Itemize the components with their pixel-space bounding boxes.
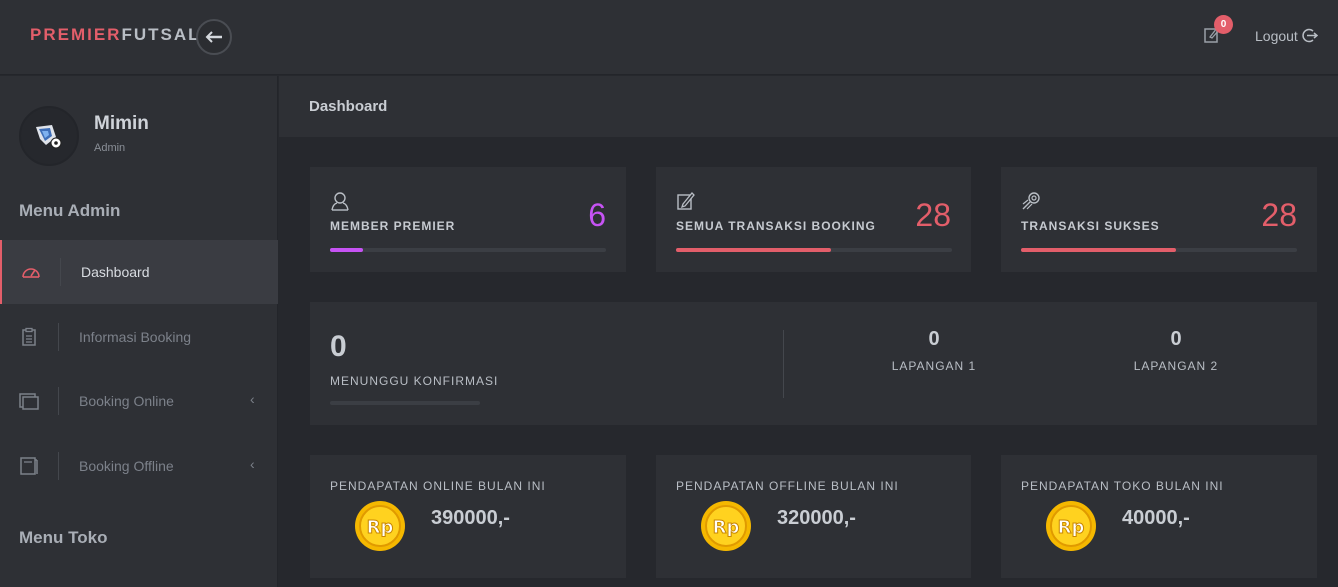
brand-part-1: PREMIER xyxy=(30,25,122,44)
income-card-online: PENDAPATAN ONLINE BULAN INI Rp 390000,- xyxy=(310,455,626,578)
progress-track xyxy=(1021,248,1297,252)
edit-icon xyxy=(677,192,695,210)
waiting-count: 0 xyxy=(330,330,347,363)
stat-value: 28 xyxy=(915,197,951,233)
chevron-left-icon: ‹ xyxy=(250,391,255,407)
arrow-left-icon xyxy=(205,31,222,43)
vertical-divider xyxy=(783,330,784,398)
brand-part-2: FUTSAL xyxy=(121,25,201,44)
logout-label: Logout xyxy=(1255,27,1298,44)
team-logo-icon xyxy=(36,125,62,149)
waiting-label: MENUNGGU KONFIRMASI xyxy=(330,374,499,388)
menu-toko-heading: Menu Toko xyxy=(19,528,108,547)
progress-fill xyxy=(676,248,831,252)
field-1-label: LAPANGAN 1 xyxy=(891,359,977,373)
stat-card-semua-transaksi: SEMUA TRANSAKSI BOOKING 28 xyxy=(656,167,971,272)
logout-icon xyxy=(1302,28,1318,43)
stat-label: MEMBER PREMIER xyxy=(330,219,456,233)
income-card-offline: PENDAPATAN OFFLINE BULAN INI Rp 320000,- xyxy=(656,455,971,578)
income-value: 320000,- xyxy=(777,507,856,529)
sidebar-item-informasi-booking[interactable]: Informasi Booking xyxy=(0,305,278,369)
svg-text:Rp: Rp xyxy=(713,517,740,538)
progress-track xyxy=(330,248,606,252)
sidebar-item-label: Informasi Booking xyxy=(79,329,192,345)
menu-admin-heading: Menu Admin xyxy=(19,201,121,220)
sidebar-item-booking-online[interactable]: Booking Online ‹ xyxy=(0,369,278,433)
income-label: PENDAPATAN OFFLINE BULAN INI xyxy=(676,479,899,493)
chevron-left-icon: ‹ xyxy=(250,456,255,472)
sidebar-item-dashboard[interactable]: Dashboard xyxy=(0,240,278,304)
income-value: 40000,- xyxy=(1122,507,1190,529)
income-value: 390000,- xyxy=(431,507,510,529)
speedometer-icon xyxy=(22,268,40,278)
page-title: Dashboard xyxy=(309,98,388,115)
notification-badge: 0 xyxy=(1214,15,1233,34)
user-role: Admin xyxy=(94,142,126,154)
nav-divider xyxy=(58,387,59,415)
field-2-label: LAPANGAN 2 xyxy=(1133,359,1219,373)
stat-card-transaksi-sukses: TRANSAKSI SUKSES 28 xyxy=(1001,167,1317,272)
svg-text:Rp: Rp xyxy=(367,517,394,538)
rupiah-coin-icon: Rp xyxy=(355,501,405,551)
progress-fill xyxy=(330,248,364,252)
income-card-toko: PENDAPATAN TOKO BULAN INI Rp 40000,- xyxy=(1001,455,1317,578)
rupiah-coin-icon: Rp xyxy=(701,501,751,551)
progress-fill xyxy=(1021,248,1176,252)
sidebar-item-label: Booking Online xyxy=(79,393,174,409)
stat-value: 6 xyxy=(588,197,606,233)
nav-divider xyxy=(58,452,59,480)
sidebar-item-label: Booking Offline xyxy=(79,458,174,474)
top-bar: PREMIERFUTSAL 0 Logout xyxy=(0,0,1338,75)
brand-logo[interactable]: PREMIERFUTSAL xyxy=(30,25,201,45)
svg-text:Rp: Rp xyxy=(1058,517,1085,538)
sidebar-item-booking-offline[interactable]: Booking Offline ‹ xyxy=(0,434,278,498)
progress-track xyxy=(676,248,952,252)
sidebar-toggle-button[interactable] xyxy=(196,19,232,55)
rupiah-coin-icon: Rp xyxy=(1046,501,1096,551)
stat-value: 28 xyxy=(1261,197,1297,233)
sidebar: Mimin Admin Menu Admin Dashboard Informa… xyxy=(0,76,278,587)
page-header: Dashboard xyxy=(279,76,1338,137)
stat-card-member-premier: MEMBER PREMIER 6 xyxy=(310,167,626,272)
window-icon xyxy=(19,393,39,410)
stat-label: TRANSAKSI SUKSES xyxy=(1021,219,1160,233)
field-2-count: 0 xyxy=(1170,328,1182,350)
nav-divider xyxy=(58,323,59,351)
nav-divider xyxy=(60,258,61,286)
avatar[interactable] xyxy=(19,106,79,166)
logout-link[interactable]: Logout xyxy=(1255,27,1318,44)
sidebar-item-label: Dashboard xyxy=(81,264,150,280)
stat-label: SEMUA TRANSAKSI BOOKING xyxy=(676,219,876,233)
user-icon xyxy=(331,192,349,211)
field-2-stat: 0 LAPANGAN 2 xyxy=(1096,328,1256,373)
waiting-confirmation-card: 0 MENUNGGU KONFIRMASI 0 LAPANGAN 1 0 LAP… xyxy=(310,302,1317,425)
income-label: PENDAPATAN ONLINE BULAN INI xyxy=(330,479,546,493)
field-1-count: 0 xyxy=(928,328,940,350)
book-icon xyxy=(20,457,38,475)
waiting-progress-track xyxy=(330,401,480,405)
rocket-icon xyxy=(1022,192,1040,210)
clipboard-icon xyxy=(22,327,36,346)
user-name: Mimin xyxy=(94,113,149,134)
field-1-stat: 0 LAPANGAN 1 xyxy=(854,328,1014,373)
income-label: PENDAPATAN TOKO BULAN INI xyxy=(1021,479,1224,493)
